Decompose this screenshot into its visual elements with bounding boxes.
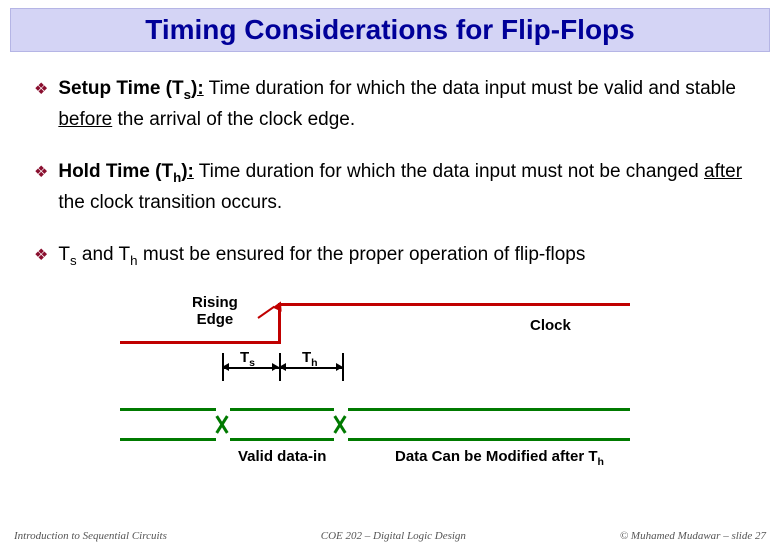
arrow-left-icon — [279, 363, 286, 371]
page-title: Timing Considerations for Flip-Flops — [145, 14, 634, 46]
data-transition — [330, 407, 350, 441]
clock-low — [120, 341, 280, 344]
timing-diagram: Rising Edge Clock Ts Th Valid data-in Da… — [110, 293, 670, 471]
data-wave — [120, 408, 216, 411]
arrow-right-icon — [336, 363, 343, 371]
data-wave — [348, 438, 630, 441]
bullet-body: Hold Time (Th): Time duration for which … — [58, 157, 746, 218]
clock-label: Clock — [530, 317, 571, 334]
ts-label: Ts — [240, 349, 255, 369]
footer: Introduction to Sequential Circuits COE … — [0, 530, 780, 542]
data-wave — [348, 408, 630, 411]
data-wave — [230, 408, 334, 411]
diamond-icon: ❖ — [34, 78, 48, 103]
footer-left: Introduction to Sequential Circuits — [14, 530, 167, 542]
setup-term: Setup Time (Ts): — [58, 78, 203, 99]
bullet-hold: ❖ Hold Time (Th): Time duration for whic… — [34, 157, 746, 218]
bullet-setup: ❖ Setup Time (Ts): Time duration for whi… — [34, 74, 746, 135]
data-transition — [212, 407, 232, 441]
hold-term: Hold Time (Th): — [58, 161, 194, 182]
th-label: Th — [302, 349, 318, 369]
bullet-body: Ts and Th must be ensured for the proper… — [58, 240, 746, 271]
title-bar: Timing Considerations for Flip-Flops — [10, 8, 770, 52]
bullet-note: ❖ Ts and Th must be ensured for the prop… — [34, 240, 746, 271]
modify-label: Data Can be Modified after Th — [395, 448, 604, 468]
content-area: ❖ Setup Time (Ts): Time duration for whi… — [0, 52, 780, 471]
diamond-icon: ❖ — [34, 244, 48, 269]
clock-edge — [278, 303, 281, 344]
clock-high — [278, 303, 630, 306]
rising-edge-label: Rising Edge — [192, 295, 238, 328]
valid-label: Valid data-in — [238, 448, 326, 465]
bullet-body: Setup Time (Ts): Time duration for which… — [58, 74, 746, 135]
footer-right: © Muhamed Mudawar – slide 27 — [620, 530, 766, 542]
data-wave — [120, 438, 216, 441]
arrow-left-icon — [222, 363, 229, 371]
diamond-icon: ❖ — [34, 161, 48, 186]
data-wave — [230, 438, 334, 441]
arrow-right-icon — [272, 363, 279, 371]
footer-center: COE 202 – Digital Logic Design — [321, 530, 466, 542]
